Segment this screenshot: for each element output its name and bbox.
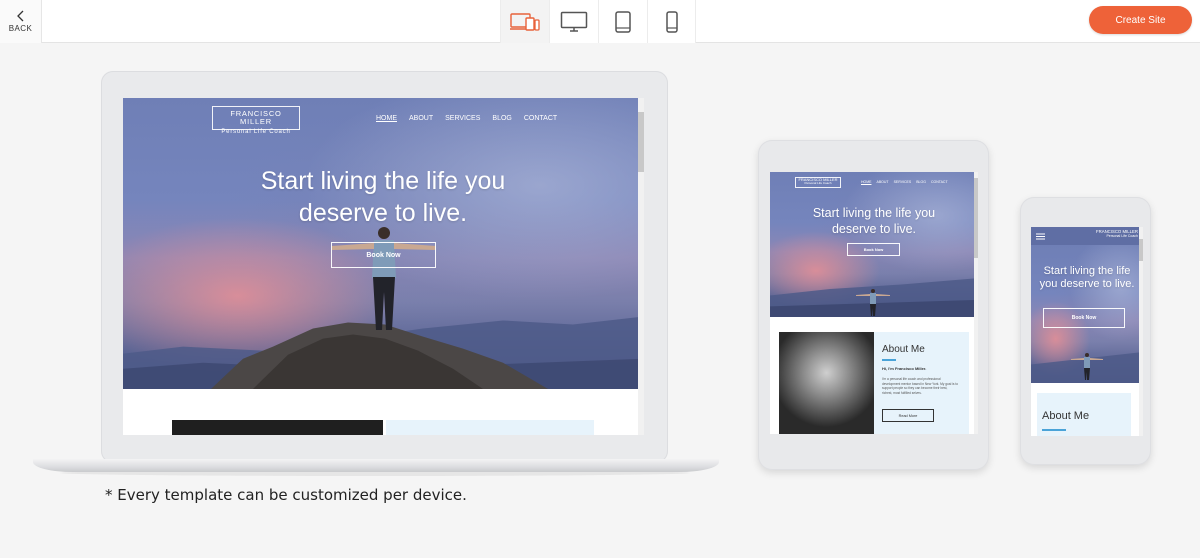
device-button-all[interactable] — [500, 0, 549, 43]
device-button-phone[interactable] — [647, 0, 696, 43]
phone-icon — [665, 10, 678, 33]
tablet-about-greeting: Hi, I'm Francisco Miller. — [882, 366, 927, 371]
phone-scrollbar[interactable] — [1139, 227, 1143, 436]
top-toolbar: BACK Create Site — [0, 0, 1200, 43]
desktop-scrollbar[interactable] — [638, 98, 644, 435]
desktop-headline: Start living the life you deserve to liv… — [260, 167, 506, 227]
desktop-brand-logo[interactable]: FRANCISCO MILLER Personal Life Coach — [212, 106, 300, 135]
tablet-nav: HOME ABOUT SERVICES BLOG CONTACT — [861, 180, 948, 184]
back-button[interactable]: BACK — [0, 0, 42, 43]
multi-device-icon — [510, 12, 540, 31]
phone-preview[interactable]: FRANCISCO MILLER Personal Life Coach Sta… — [1031, 227, 1143, 436]
tablet-about-photo — [779, 332, 874, 434]
hamburger-menu-icon[interactable] — [1036, 233, 1045, 240]
nav-item-services[interactable]: SERVICES — [445, 115, 480, 122]
desktop-about-photo — [172, 420, 383, 435]
phone-book-now-button[interactable]: Book Now — [1043, 308, 1125, 328]
desktop-preview[interactable]: FRANCISCO MILLER Personal Life Coach HOM… — [123, 98, 644, 435]
person-figure — [856, 289, 890, 316]
brand-tagline: Personal Life Coach — [804, 181, 832, 186]
device-button-tablet[interactable] — [598, 0, 647, 43]
desktop-about-card — [386, 420, 594, 435]
nav-item-blog[interactable]: BLOG — [492, 115, 511, 122]
device-button-desktop[interactable] — [549, 0, 598, 43]
back-label: BACK — [8, 24, 33, 33]
tablet-book-now-button[interactable]: Book Now — [847, 243, 900, 256]
person-figure — [1071, 353, 1103, 380]
tablet-about-card: About Me Hi, I'm Francisco Miller. I'm a… — [874, 332, 969, 434]
tablet-brand-logo[interactable]: FRANCISCO MILLER Personal Life Coach — [795, 177, 841, 188]
phone-about-rule — [1042, 429, 1066, 431]
nav-item-services[interactable]: SERVICES — [894, 180, 912, 184]
tablet-scrollbar[interactable] — [974, 172, 978, 434]
nav-item-about[interactable]: ABOUT — [409, 115, 433, 122]
tablet-icon — [615, 10, 631, 33]
tablet-about-title: About Me — [882, 344, 925, 355]
brand-name: FRANCISCO MILLER — [230, 109, 282, 127]
phone-about-card: About Me — [1037, 393, 1131, 436]
tablet-headline: Start living the life you deserve to liv… — [812, 206, 936, 236]
person-figure — [332, 227, 436, 330]
brand-tagline: Personal Life Coach — [1106, 233, 1138, 238]
chevron-left-icon — [16, 10, 23, 22]
tablet-preview[interactable]: FRANCISCO MILLER Personal Life Coach HOM… — [770, 172, 978, 434]
tablet-read-more-button[interactable]: Read More — [882, 409, 934, 422]
desktop-icon — [560, 11, 588, 32]
nav-item-contact[interactable]: CONTACT — [524, 115, 557, 122]
brand-tagline: Personal Life Coach — [221, 128, 291, 135]
device-switcher — [500, 0, 696, 43]
desktop-nav: HOME ABOUT SERVICES BLOG CONTACT — [376, 115, 557, 122]
desktop-book-now-button[interactable]: Book Now — [331, 242, 436, 268]
laptop-base — [33, 459, 719, 472]
customization-footnote: * Every template can be customized per d… — [105, 486, 467, 504]
tablet-about-rule — [882, 359, 896, 361]
nav-item-home[interactable]: HOME — [861, 180, 872, 184]
nav-item-contact[interactable]: CONTACT — [931, 180, 948, 184]
tablet-about-body: I'm a personal life coach and profession… — [882, 377, 959, 395]
phone-brand-logo[interactable]: FRANCISCO MILLER Personal Life Coach — [1084, 229, 1138, 242]
nav-item-home[interactable]: HOME — [376, 115, 397, 122]
phone-headline: Start living the life you deserve to liv… — [1039, 265, 1135, 290]
nav-item-about[interactable]: ABOUT — [877, 180, 889, 184]
create-site-button[interactable]: Create Site — [1089, 6, 1192, 34]
nav-item-blog[interactable]: BLOG — [916, 180, 926, 184]
phone-about-title: About Me — [1042, 410, 1090, 422]
